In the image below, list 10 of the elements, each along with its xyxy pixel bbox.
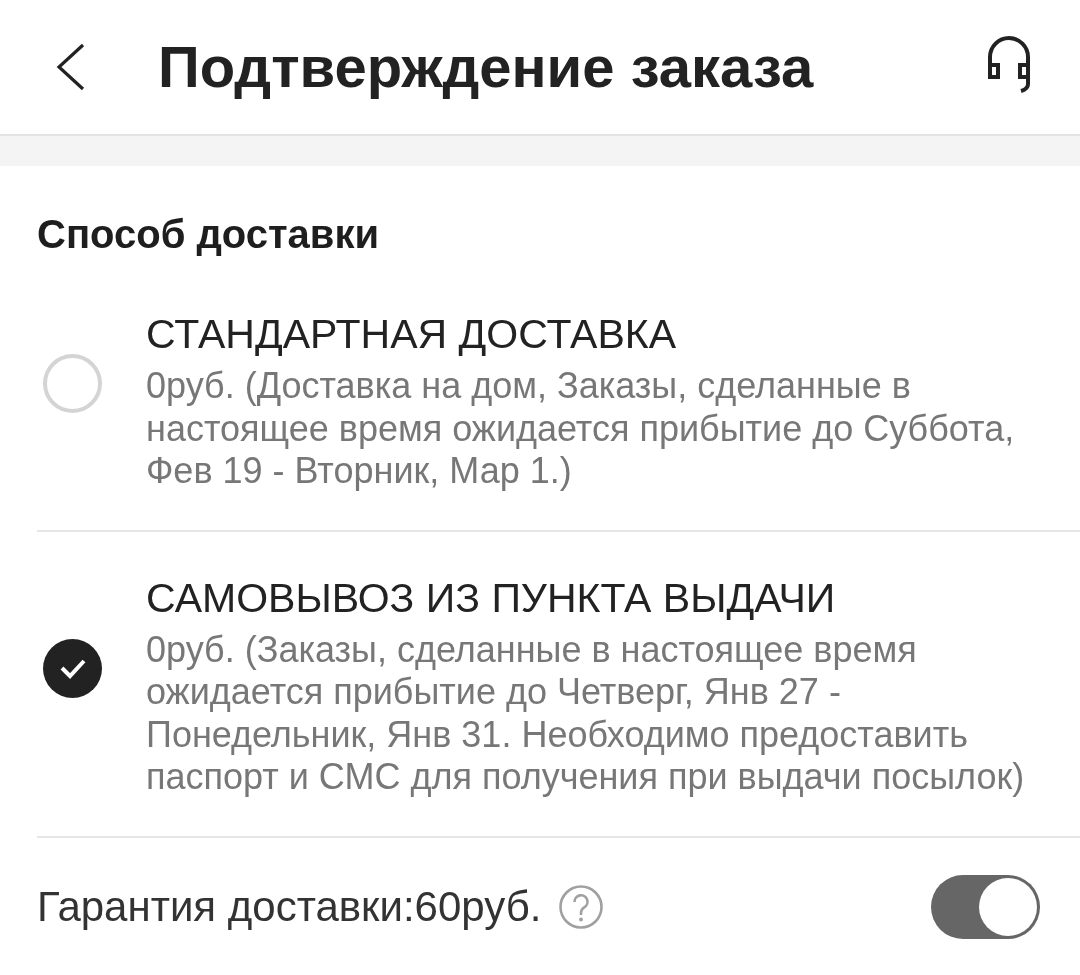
option-title: САМОВЫВОЗ ИЗ ПУНКТА ВЫДАЧИ xyxy=(146,573,837,622)
guarantee-label: Гарантия доставки:60руб. xyxy=(37,883,542,931)
check-icon xyxy=(58,657,87,679)
back-icon[interactable] xyxy=(56,43,86,91)
option-description: 0руб. (Заказы, сделанные в настоящее время ожидается прибытие до Четверг, Янв 27 - Понедельник, Янв 31. Необходимо предоставить паспорт и СМС для получения при выдачи посылок) xyxy=(146,628,1026,799)
help-icon[interactable] xyxy=(559,885,604,929)
option-description: 0руб. (Доставка на дом, Заказы, сделанные в настоящее время ожидается прибытие до Суббота, Фев 19 - Вторник, Мар 1.) xyxy=(146,365,1016,493)
section-title: Способ доставки xyxy=(37,211,380,257)
option-title: СТАНДАРТНАЯ ДОСТАВКА xyxy=(146,310,678,358)
page-title: Подтверждение заказа xyxy=(158,34,814,100)
